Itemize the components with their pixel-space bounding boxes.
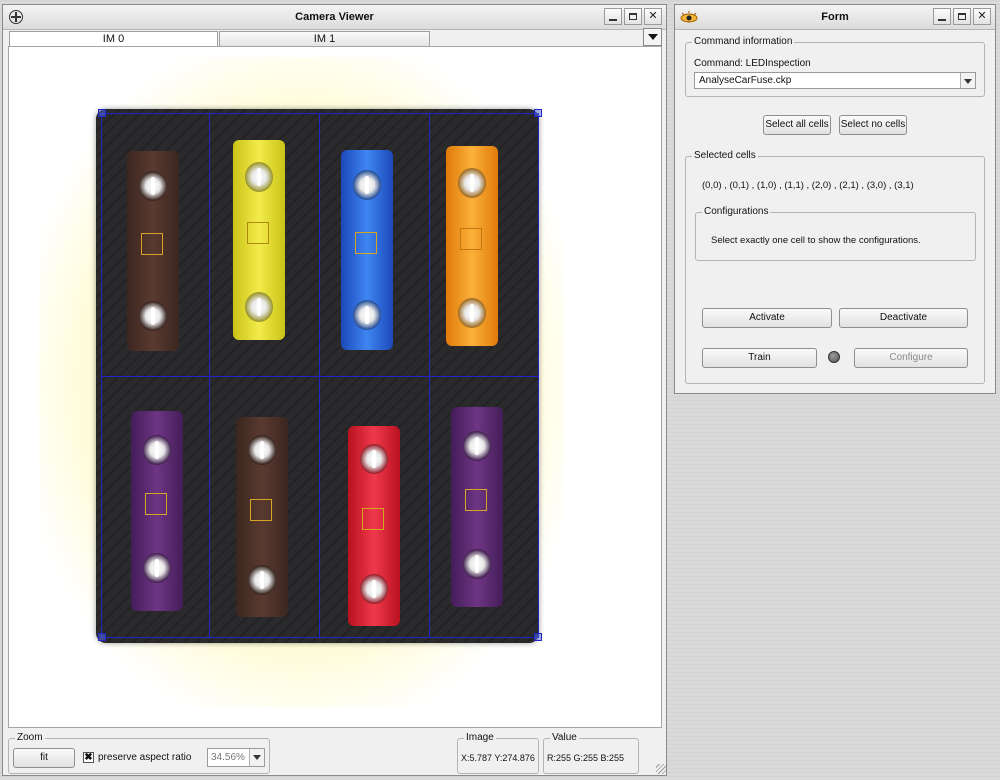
fuse-purple-bottom-1 xyxy=(131,411,183,611)
maximize-button[interactable] xyxy=(953,8,971,25)
configure-button: Configure xyxy=(854,348,968,368)
grid-line xyxy=(101,113,539,114)
maximize-icon xyxy=(629,13,637,20)
camera-viewer-titlebar[interactable]: Camera Viewer ✕ xyxy=(3,5,666,30)
fuse-blue-top xyxy=(341,150,393,350)
camera-viewer-title: Camera Viewer xyxy=(295,11,374,23)
train-button[interactable]: Train xyxy=(702,348,817,368)
form-titlebar[interactable]: Form ✕ xyxy=(675,5,995,30)
fuse-red-bottom xyxy=(348,426,400,626)
select-all-cells-button[interactable]: Select all cells xyxy=(763,115,831,135)
selected-cells-list: (0,0) , (0,1) , (1,0) , (1,1) , (2,0) , … xyxy=(702,180,914,191)
grid-line xyxy=(319,113,320,638)
value-rgb: R:255 G:255 B:255 xyxy=(547,753,625,763)
zoom-percent-value: 34.56% xyxy=(211,752,245,763)
minimize-icon xyxy=(938,18,946,21)
chevron-down-icon xyxy=(960,73,975,88)
fuse-orange-top xyxy=(446,146,498,346)
maximize-button[interactable] xyxy=(624,8,642,25)
close-icon: ✕ xyxy=(977,10,987,22)
status-indicator-icon xyxy=(828,351,840,363)
value-group-label: Value xyxy=(550,732,579,743)
zoom-percent-combo[interactable]: 34.56% xyxy=(207,748,265,767)
selected-cells-label: Selected cells xyxy=(692,150,758,161)
grid-line xyxy=(209,113,210,638)
resize-grip[interactable] xyxy=(656,764,666,774)
command-info-label: Command information xyxy=(692,36,795,47)
chevron-down-icon xyxy=(249,749,264,766)
grid-line xyxy=(101,637,539,638)
maximize-icon xyxy=(958,13,966,20)
command-file-value: AnalyseCarFuse.ckp xyxy=(699,75,792,86)
select-no-cells-button[interactable]: Select no cells xyxy=(839,115,907,135)
fuse-yellow-top xyxy=(233,140,285,340)
fuse-brown-top xyxy=(127,151,179,351)
grid-handle[interactable] xyxy=(98,109,106,117)
close-button[interactable]: ✕ xyxy=(973,8,991,25)
fuse-purple-bottom-2 xyxy=(451,407,503,607)
grid-line xyxy=(429,113,430,638)
zoom-group-label: Zoom xyxy=(15,732,45,743)
tab-im1[interactable]: IM 1 xyxy=(219,31,430,46)
grid-handle[interactable] xyxy=(98,633,106,641)
image-coords: X:5.787 Y:274.876 xyxy=(461,753,535,763)
preserve-aspect-checkbox[interactable]: ✖ xyxy=(83,752,94,763)
minimize-button[interactable] xyxy=(933,8,951,25)
minimize-button[interactable] xyxy=(604,8,622,25)
command-file-combo[interactable]: AnalyseCarFuse.ckp xyxy=(694,72,976,89)
tab-im0[interactable]: IM 0 xyxy=(9,31,218,46)
grid-line xyxy=(101,376,539,377)
close-icon: ✕ xyxy=(648,10,658,22)
close-button[interactable]: ✕ xyxy=(644,8,662,25)
configurations-message: Select exactly one cell to show the conf… xyxy=(711,235,921,246)
minimize-icon xyxy=(609,18,617,21)
command-text: Command: LEDInspection xyxy=(694,58,811,69)
image-group-label: Image xyxy=(464,732,496,743)
grid-line xyxy=(101,113,102,638)
fit-button[interactable]: fit xyxy=(13,748,75,768)
fuse-brown-bottom xyxy=(236,417,288,617)
configurations-label: Configurations xyxy=(702,206,771,217)
tab-menu-button[interactable] xyxy=(643,28,662,46)
grid-handle[interactable] xyxy=(534,109,542,117)
preserve-aspect-label: preserve aspect ratio xyxy=(98,752,192,763)
grid-handle[interactable] xyxy=(534,633,542,641)
activate-button[interactable]: Activate xyxy=(702,308,832,328)
grid-line xyxy=(538,113,539,638)
image-view[interactable] xyxy=(8,46,662,728)
deactivate-button[interactable]: Deactivate xyxy=(839,308,968,328)
